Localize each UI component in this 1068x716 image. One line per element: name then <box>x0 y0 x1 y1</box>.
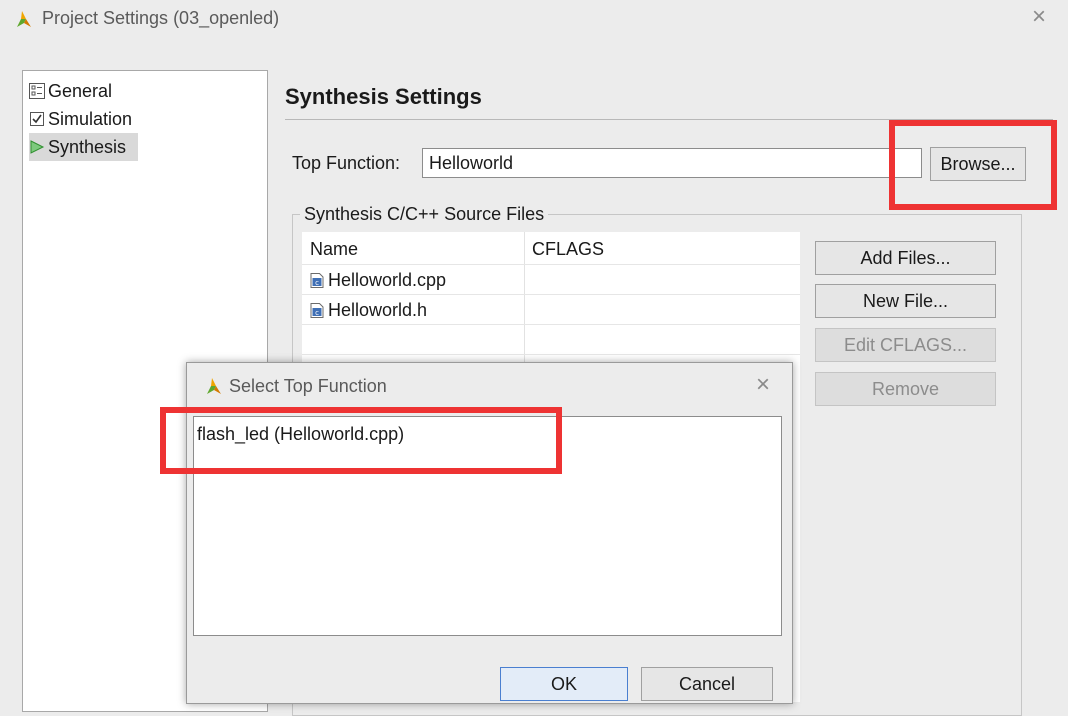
general-settings-icon <box>29 83 45 99</box>
table-row[interactable]: c Helloworld.h <box>310 298 427 322</box>
remove-button[interactable]: Remove <box>815 372 996 406</box>
table-row[interactable]: c Helloworld.cpp <box>310 268 446 292</box>
window-close-icon[interactable]: × <box>1024 2 1054 32</box>
row-divider <box>302 264 800 265</box>
file-name: Helloworld.cpp <box>328 269 447 290</box>
new-file-button[interactable]: New File... <box>815 284 996 318</box>
svg-text:c: c <box>315 278 319 286</box>
xilinx-logo-icon <box>17 11 31 27</box>
dialog-title: Select Top Function <box>229 376 387 396</box>
top-function-label: Top Function: <box>292 153 401 173</box>
browse-button[interactable]: Browse... <box>930 147 1026 181</box>
ok-button[interactable]: OK <box>500 667 628 701</box>
function-list-item[interactable]: flash_led (Helloworld.cpp) <box>197 424 404 445</box>
play-triangle-icon <box>30 140 45 154</box>
svg-text:c: c <box>315 308 319 316</box>
tree-item-general[interactable]: General <box>29 77 112 105</box>
tree-item-label: Synthesis <box>48 136 127 157</box>
tree-item-synthesis[interactable]: Synthesis <box>29 133 139 161</box>
function-list[interactable] <box>193 416 782 636</box>
source-files-group-label: Synthesis C/C++ Source Files <box>300 204 549 225</box>
row-divider <box>302 294 800 295</box>
dialog-close-icon[interactable]: × <box>748 370 778 400</box>
edit-cflags-button[interactable]: Edit CFLAGS... <box>815 328 996 362</box>
file-name: Helloworld.h <box>328 299 428 320</box>
c-source-file-icon: c <box>310 302 324 318</box>
page-title: Synthesis Settings <box>285 84 482 109</box>
column-header-name[interactable]: Name <box>310 239 358 260</box>
title-divider <box>285 119 1053 120</box>
checkbox-checked-icon <box>30 112 44 126</box>
tree-item-simulation[interactable]: Simulation <box>29 105 132 133</box>
column-header-cflags[interactable]: CFLAGS <box>532 239 604 260</box>
c-source-file-icon: c <box>310 272 324 288</box>
window-title: Project Settings (03_openled) <box>42 8 280 28</box>
add-files-button[interactable]: Add Files... <box>815 241 996 275</box>
cancel-button[interactable]: Cancel <box>641 667 773 701</box>
tree-item-label: General <box>48 80 113 101</box>
top-function-input[interactable] <box>422 148 922 178</box>
row-divider <box>302 354 800 355</box>
tree-item-label: Simulation <box>48 108 133 129</box>
row-divider <box>302 324 800 325</box>
xilinx-logo-icon <box>207 378 221 394</box>
